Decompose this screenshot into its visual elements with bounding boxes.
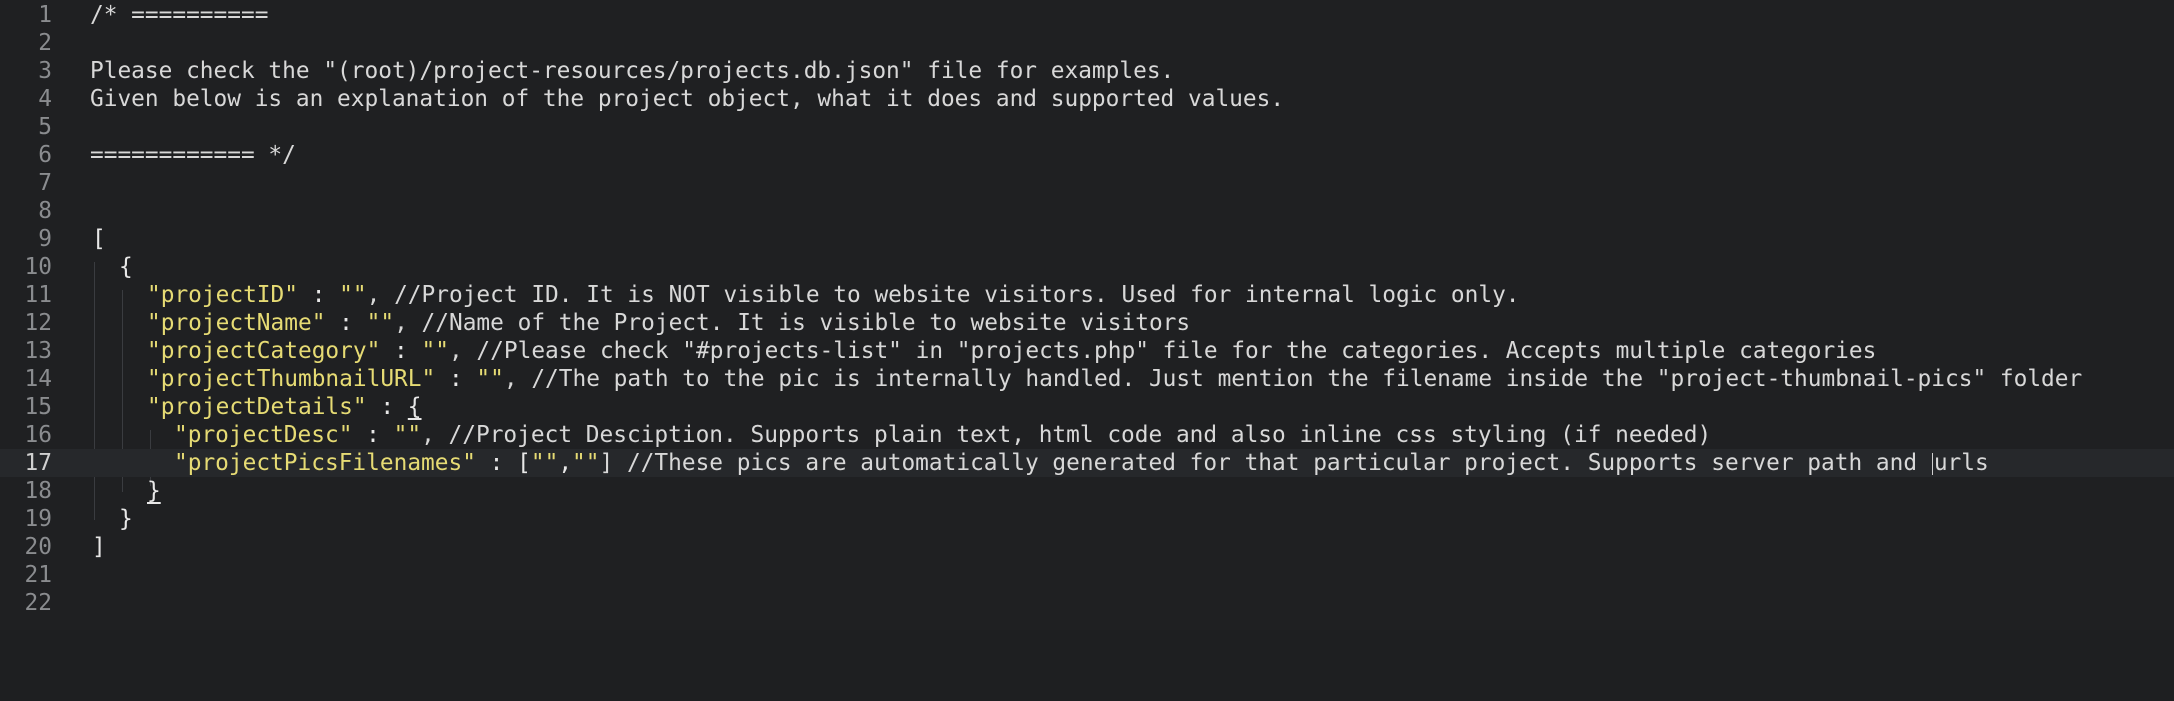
code-line[interactable]: 8 [0,197,2174,225]
line-text: ============ */ [90,142,296,168]
line-text: "projectThumbnailURL" : "", //The path t… [147,365,2082,393]
code-line[interactable]: 10 { [0,253,2174,281]
code-line[interactable]: 22 [0,589,2174,617]
line-number: 2 [38,30,52,56]
code-line[interactable]: 3 Please check the "(root)/project-resou… [0,57,2174,85]
code-line[interactable]: 11 "projectID" : "", //Project ID. It is… [0,281,2174,309]
line-number: 10 [24,254,52,280]
json-colon: : [380,338,422,364]
code-comment-tail: urls [1933,450,1989,476]
line-text: [ [92,226,106,252]
code-line[interactable]: 19 } [0,505,2174,533]
array-separator: , [558,450,573,476]
line-number: 11 [24,282,52,308]
line-number: 8 [38,198,52,224]
json-key: "projectPicsFilenames" [174,450,476,476]
line-text: "projectCategory" : "", //Please check "… [147,337,1876,365]
code-comment: , //Project Desciption. Supports plain t… [421,422,1712,448]
code-line[interactable]: 1 /* ========== [0,1,2174,29]
json-key: "projectDesc" [174,422,353,448]
line-text: "projectDesc" : "", //Project Desciption… [174,421,1711,449]
json-colon: : [435,366,477,392]
line-text: Please check the "(root)/project-resourc… [90,58,1175,84]
close-brace: } [119,506,133,532]
json-key: "projectCategory" [147,338,381,364]
line-number: 9 [38,226,52,252]
line-number: 6 [38,142,52,168]
json-key: "projectThumbnailURL" [147,366,436,392]
text-cursor [1931,452,1933,475]
line-number: 18 [24,478,52,504]
json-colon: : [ [475,450,531,476]
line-number: 12 [24,310,52,336]
code-line[interactable]: 4 Given below is an explanation of the p… [0,85,2174,113]
code-line[interactable]: 2 [0,29,2174,57]
line-number: 20 [24,534,52,560]
line-number: 1 [38,2,52,28]
code-comment: ] //These pics are automatically generat… [599,450,1931,476]
json-colon: : [325,310,367,336]
line-number: 5 [38,114,52,140]
json-key: "projectID" [147,282,298,308]
code-line[interactable]: 20 ] [0,533,2174,561]
line-number: 3 [38,58,52,84]
code-comment: , //Name of the Project. It is visible t… [394,310,1191,336]
code-line[interactable]: 6 ============ */ [0,141,2174,169]
line-number: 7 [38,170,52,196]
code-line[interactable]: 9 [ [0,225,2174,253]
code-comment: , //The path to the pic is internally ha… [503,366,2083,392]
json-colon: : [352,422,394,448]
json-value: "" [530,450,559,476]
json-value: "" [572,450,600,476]
line-text: "projectID" : "", //Project ID. It is NO… [147,281,1520,309]
json-key: "projectDetails" [147,394,367,420]
code-line[interactable]: 13 "projectCategory" : "", //Please chec… [0,337,2174,365]
line-text: Given below is an explanation of the pro… [90,86,1285,112]
line-number: 4 [38,86,52,112]
line-number: 19 [24,506,52,532]
json-colon: : [297,282,340,308]
json-colon: : [366,394,408,420]
line-text: "projectName" : "", //Name of the Projec… [147,309,1190,337]
json-value: "" [476,366,504,392]
line-number: 17 [24,450,52,476]
json-value: "" [366,310,395,336]
code-line-active[interactable]: 17 "projectPicsFilenames" : ["",""] //Th… [0,449,2174,477]
line-text: "projectPicsFilenames" : ["",""] //These… [174,449,1989,477]
code-line[interactable]: 7 [0,169,2174,197]
line-number: 21 [24,562,52,588]
json-value: "" [421,338,449,364]
code-line[interactable]: 21 [0,561,2174,589]
line-text: "projectDetails" : { [147,393,422,421]
line-number: 14 [24,366,52,392]
code-line[interactable]: 18 } [0,477,2174,505]
line-number: 15 [24,394,52,420]
code-editor[interactable]: 1 /* ========== 2 3 Please check the "(r… [0,0,2174,630]
code-line[interactable]: 16 "projectDesc" : "", //Project Descipt… [0,421,2174,449]
json-value: "" [393,422,422,448]
line-number: 22 [24,590,52,616]
line-number: 16 [24,422,52,448]
code-comment: , //Please check "#projects-list" in "pr… [448,338,1877,364]
line-text: /* ========== [90,2,269,28]
line-text: { [119,254,133,280]
code-line[interactable]: 14 "projectThumbnailURL" : "", //The pat… [0,365,2174,393]
code-comment: , //Project ID. It is NOT visible to web… [366,282,1520,308]
code-line[interactable]: 12 "projectName" : "", //Name of the Pro… [0,309,2174,337]
code-line[interactable]: 5 [0,113,2174,141]
json-value: "" [339,282,367,308]
line-number: 13 [24,338,52,364]
json-key: "projectName" [147,310,326,336]
close-bracket: ] [92,534,106,560]
open-brace: { [407,394,422,420]
close-brace: } [147,478,161,504]
code-line[interactable]: 15 "projectDetails" : { [0,393,2174,421]
